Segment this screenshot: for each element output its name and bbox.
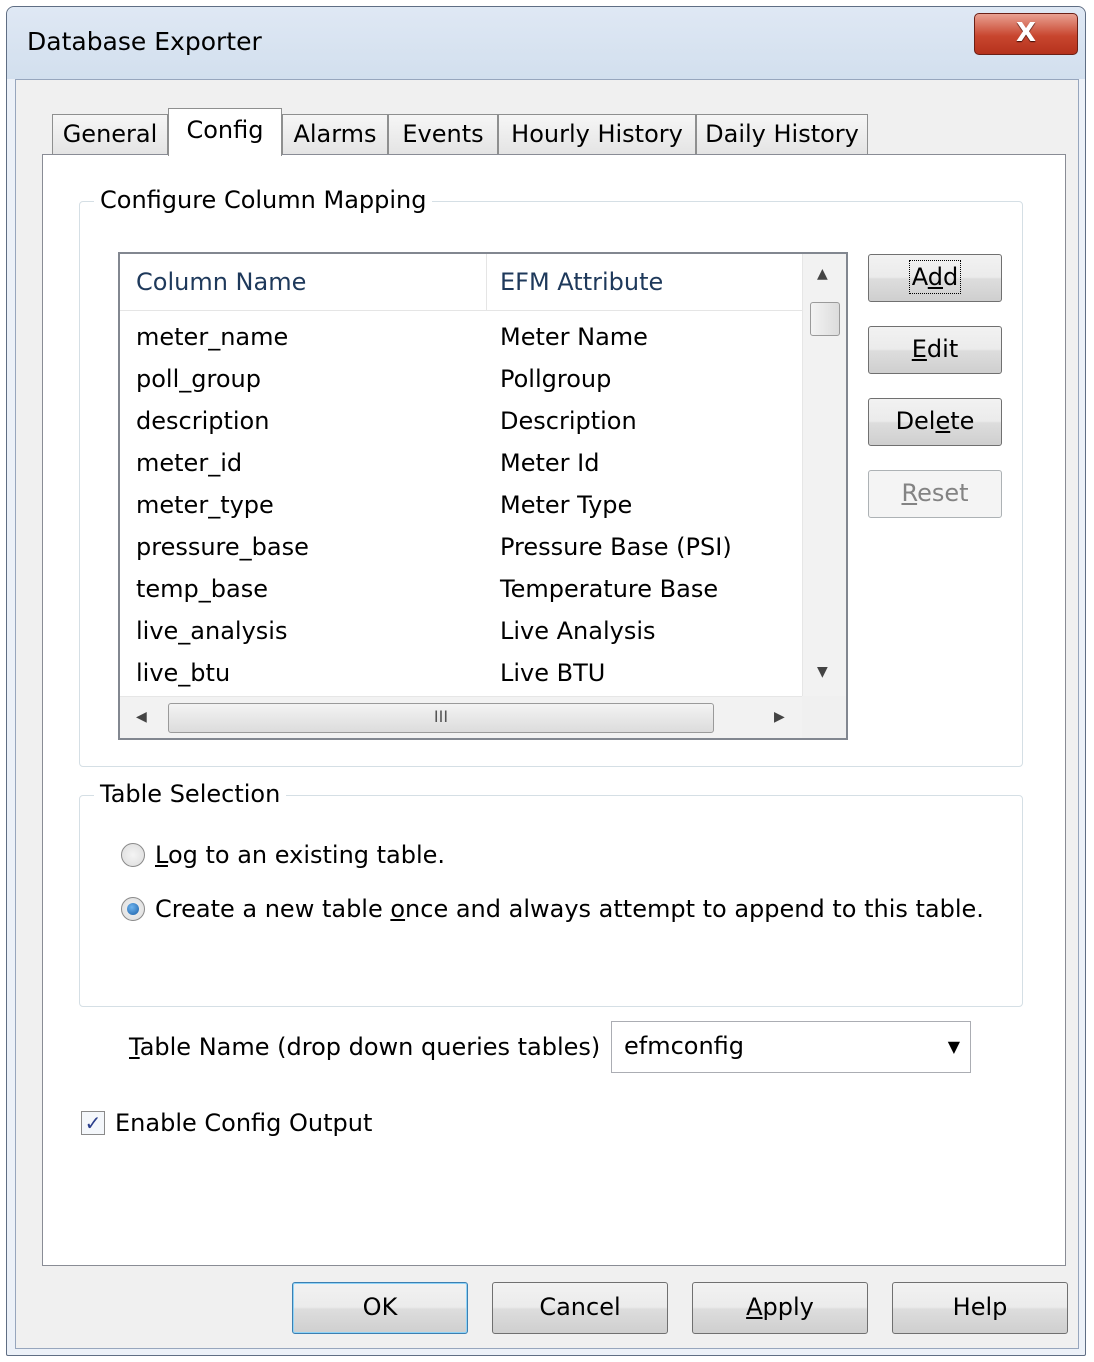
help-button[interactable]: Help [892, 1282, 1068, 1334]
scroll-left-arrow-icon[interactable]: ◀ [136, 709, 147, 725]
scroll-grip-icon: III [433, 707, 449, 726]
tab-config[interactable]: Config [168, 108, 282, 156]
log-existing-table-label[interactable]: Log to an existing table. [155, 841, 445, 869]
list-item[interactable]: meter_id Meter Id [120, 442, 802, 484]
dialog-client-area: General Config Alarms Events Hourly Hist… [15, 79, 1079, 1349]
edit-button[interactable]: Edit [868, 326, 1002, 374]
scroll-down-arrow-icon[interactable]: ▼ [817, 664, 828, 680]
list-item[interactable]: live_analysis Live Analysis [120, 610, 802, 652]
close-button[interactable]: X [974, 13, 1078, 55]
list-item[interactable]: live_btu Live BTU [120, 652, 802, 694]
enable-config-output-label[interactable]: Enable Config Output [115, 1109, 372, 1137]
window-title: Database Exporter [27, 27, 262, 56]
delete-button[interactable]: Delete [868, 398, 1002, 446]
column-mapping-group-label: Configure Column Mapping [94, 186, 433, 214]
create-new-table-label[interactable]: Create a new table once and always attem… [155, 895, 984, 923]
column-divider[interactable] [486, 254, 487, 310]
add-button[interactable]: Add [868, 254, 1002, 302]
log-existing-table-radio[interactable] [121, 843, 145, 867]
list-header: Column Name EFM Attribute [120, 254, 802, 311]
tab-alarms[interactable]: Alarms [282, 114, 388, 154]
dialog-window: Database Exporter X General Config Alarm… [6, 6, 1086, 1356]
tab-hourly-history[interactable]: Hourly History [498, 114, 696, 154]
close-icon: X [1015, 18, 1037, 48]
config-tab-panel: Configure Column Mapping Column Name EFM… [42, 154, 1066, 1266]
column-header-efm-attribute[interactable]: EFM Attribute [500, 254, 663, 310]
column-mapping-group: Configure Column Mapping Column Name EFM… [79, 186, 1023, 767]
scroll-up-arrow-icon[interactable]: ▲ [817, 266, 828, 282]
table-name-value: efmconfig [624, 1032, 745, 1060]
scrollbar-corner [802, 696, 846, 738]
tab-general[interactable]: General [52, 114, 168, 154]
checkmark-icon: ✓ [84, 1111, 102, 1135]
dropdown-arrow-icon[interactable]: ▼ [948, 1023, 960, 1071]
ok-button[interactable]: OK [292, 1282, 468, 1334]
tab-daily-history[interactable]: Daily History [696, 114, 868, 154]
list-item[interactable]: meter_type Meter Type [120, 484, 802, 526]
table-name-label: Table Name (drop down queries tables) [129, 1033, 601, 1061]
horizontal-scroll-thumb[interactable]: III [168, 703, 714, 733]
list-item[interactable]: pressure_base Pressure Base (PSI) [120, 526, 802, 568]
list-item[interactable]: description Description [120, 400, 802, 442]
vertical-scroll-thumb[interactable] [810, 302, 840, 336]
cancel-button[interactable]: Cancel [492, 1282, 668, 1334]
enable-config-output-checkbox[interactable]: ✓ [81, 1111, 105, 1135]
create-new-table-radio[interactable] [121, 897, 145, 921]
column-mapping-list[interactable]: Column Name EFM Attribute meter_name Mete… [118, 252, 848, 740]
horizontal-scrollbar[interactable]: ◀ III ▶ [120, 696, 802, 738]
list-item[interactable]: meter_name Meter Name [120, 316, 802, 358]
vertical-scrollbar[interactable]: ▲ ▼ [802, 254, 846, 698]
tab-events[interactable]: Events [388, 114, 498, 154]
apply-button[interactable]: Apply [692, 1282, 868, 1334]
table-selection-group-label: Table Selection [94, 780, 287, 808]
list-item[interactable]: temp_base Temperature Base [120, 568, 802, 610]
title-bar[interactable]: Database Exporter X [7, 7, 1085, 79]
list-item[interactable]: poll_group Pollgroup [120, 358, 802, 400]
table-name-dropdown[interactable]: efmconfig ▼ [611, 1021, 971, 1073]
reset-button[interactable]: Reset [868, 470, 1002, 518]
scroll-right-arrow-icon[interactable]: ▶ [774, 709, 785, 725]
column-header-column-name[interactable]: Column Name [136, 254, 306, 310]
